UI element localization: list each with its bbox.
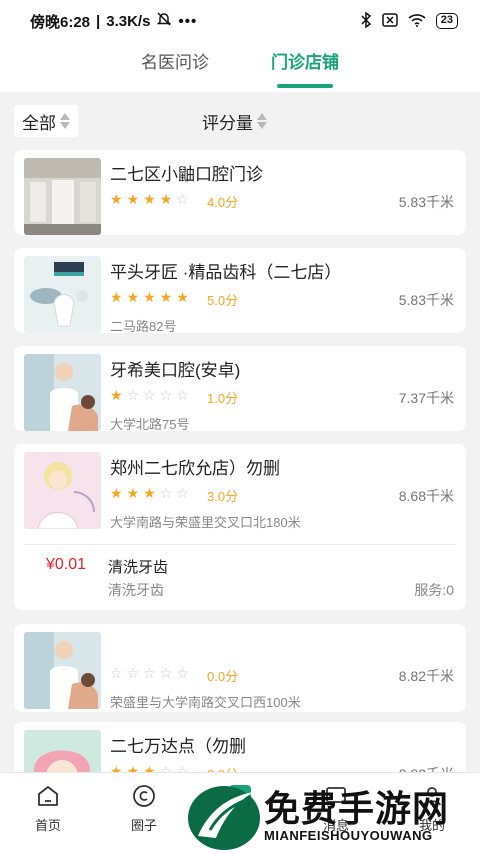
clinic-card[interactable]: ☆ ☆ ☆ ☆ ☆ 0.0分 8.82千米 荣盛里与大学南路交叉口西100米 xyxy=(14,624,466,712)
clinic-score: 5.0分 xyxy=(207,293,239,308)
star-rating: ★ ★ ★ ★ ☆ xyxy=(110,192,189,206)
clinic-thumbnail xyxy=(24,632,101,709)
star-empty-icon: ☆ xyxy=(126,387,140,403)
nav-label: 我的 xyxy=(418,818,445,833)
star-filled-icon: ★ xyxy=(110,289,123,305)
clinic-name: 二七万达点（勿删 xyxy=(110,737,246,756)
star-filled-icon: ★ xyxy=(143,289,156,305)
star-filled-icon: ★ xyxy=(143,191,156,207)
tab-doctor-consult[interactable]: 名医问诊 xyxy=(141,42,209,92)
clinic-score: 0.0分 xyxy=(207,669,239,684)
star-empty-icon: ☆ xyxy=(176,665,189,681)
star-filled-icon: ★ xyxy=(176,289,189,305)
profile-icon xyxy=(419,783,445,809)
clinic-distance: 5.83千米 xyxy=(398,292,454,308)
filter-score-sort[interactable]: 评分量 xyxy=(202,109,267,134)
star-rating: ★ ★ ★ ☆ ☆ xyxy=(110,486,189,500)
nav-message[interactable]: 消息 xyxy=(288,773,384,853)
sort-arrows-icon xyxy=(60,113,70,129)
star-filled-icon: ★ xyxy=(126,289,140,305)
clinic-card[interactable]: 平头牙匠 ·精品齿科（二七店） ★ ★ ★ ★ ★ 5.0分 5.83千米 二马路82号 xyxy=(14,248,466,334)
nav-label: 消息 xyxy=(322,818,349,833)
nav-home[interactable]: 首页 xyxy=(0,773,96,853)
star-rating: ☆ ☆ ☆ ☆ ☆ xyxy=(110,666,189,680)
more-dots-icon: ••• xyxy=(178,12,198,30)
clinic-thumbnail xyxy=(24,158,101,235)
filter-score-label: 评分量 xyxy=(202,113,253,133)
star-rating: ★ ★ ★ ★ ★ xyxy=(110,290,189,304)
status-bar: 傍晚6:28 | 3.3K/s ••• 23 xyxy=(0,0,480,42)
clinic-address: 二马路82号 xyxy=(110,319,177,334)
nav-center[interactable] xyxy=(192,773,288,853)
clinic-distance: 8.68千米 xyxy=(398,488,454,504)
star-empty-icon: ☆ xyxy=(159,485,173,501)
service-price: ¥0.01 xyxy=(46,556,87,573)
nav-circle[interactable]: 圈子 xyxy=(96,773,192,853)
center-icon xyxy=(227,783,253,809)
clinic-name: 二七区小鼬口腔门诊 xyxy=(110,165,263,184)
clinic-name: 平头牙匠 ·精品齿科（二七店） xyxy=(110,263,342,282)
nav-label: 圈子 xyxy=(130,818,157,833)
clinic-name: 牙希美口腔(安卓) xyxy=(110,361,241,380)
star-filled-icon: ★ xyxy=(159,289,173,305)
clinic-score: 4.0分 xyxy=(207,195,239,210)
service-count: 服务:0 xyxy=(414,582,454,598)
clinic-card[interactable]: 牙希美口腔(安卓) ★ ☆ ☆ ☆ ☆ 1.0分 7.37千米 大学北路75号 xyxy=(14,346,466,432)
mute-bell-icon xyxy=(156,11,172,31)
clinic-address: 荣盛里与大学南路交叉口西100米 xyxy=(110,695,301,710)
sort-arrows-icon xyxy=(257,113,267,129)
clinic-address: 大学南路与荣盛里交叉口北180米 xyxy=(110,515,301,530)
service-title[interactable]: 清洗牙齿 xyxy=(108,556,168,577)
bluetooth-icon xyxy=(360,11,372,31)
service-subtitle: 清洗牙齿 xyxy=(108,582,164,598)
star-filled-icon: ★ xyxy=(126,191,140,207)
divider xyxy=(24,544,456,545)
star-empty-icon: ☆ xyxy=(159,387,173,403)
filter-all-dropdown[interactable]: 全部 xyxy=(14,105,78,137)
no-sim-icon xyxy=(382,12,398,30)
clinic-distance: 7.37千米 xyxy=(398,390,454,406)
clinic-address: 大学北路75号 xyxy=(110,417,190,432)
home-icon xyxy=(35,783,61,809)
star-filled-icon: ★ xyxy=(159,191,173,207)
clinic-card[interactable]: 二七区小鼬口腔门诊 ★ ★ ★ ★ ☆ 4.0分 5.83千米 xyxy=(14,150,466,235)
star-empty-icon: ☆ xyxy=(143,387,156,403)
message-icon xyxy=(323,783,349,809)
filter-bar: 全部 评分量 xyxy=(0,100,480,142)
clinic-score: 3.0分 xyxy=(207,489,239,504)
clinic-thumbnail xyxy=(24,452,101,529)
clinic-name: 郑州二七欣允店）勿删 xyxy=(110,459,280,478)
filter-all-label: 全部 xyxy=(22,113,56,133)
clinic-card[interactable]: 郑州二七欣允店）勿删 ★ ★ ★ ☆ ☆ 3.0分 8.68千米 大学南路与荣盛里交叉口… xyxy=(14,444,466,610)
clinic-distance: 8.82千米 xyxy=(398,668,454,684)
clinic-score: 1.0分 xyxy=(207,391,239,406)
battery-indicator: 23 xyxy=(435,13,458,29)
network-speed: 3.3K/s xyxy=(106,12,151,30)
clinic-thumbnail xyxy=(24,354,101,431)
star-empty-icon: ☆ xyxy=(176,191,189,207)
star-filled-icon: ★ xyxy=(110,191,123,207)
star-filled-icon: ★ xyxy=(143,485,156,501)
star-filled-icon: ★ xyxy=(126,485,140,501)
star-filled-icon: ★ xyxy=(110,387,123,403)
clinic-thumbnail xyxy=(24,256,101,333)
circle-icon xyxy=(131,783,157,809)
star-empty-icon: ☆ xyxy=(159,665,173,681)
top-tabs: 名医问诊 门诊店铺 xyxy=(0,42,480,92)
star-empty-icon: ☆ xyxy=(176,387,189,403)
clinic-distance: 5.83千米 xyxy=(398,194,454,210)
star-rating: ★ ☆ ☆ ☆ ☆ xyxy=(110,388,189,402)
nav-label: 首页 xyxy=(34,818,61,833)
star-empty-icon: ☆ xyxy=(126,665,140,681)
star-empty-icon: ☆ xyxy=(110,665,123,681)
bottom-nav: 首页 圈子 消息 我的 xyxy=(0,772,480,853)
wifi-icon xyxy=(408,13,426,30)
star-filled-icon: ★ xyxy=(110,485,123,501)
status-time: 傍晚6:28 xyxy=(30,13,91,31)
star-empty-icon: ☆ xyxy=(143,665,156,681)
nav-profile[interactable]: 我的 xyxy=(384,773,480,853)
tab-clinic-stores[interactable]: 门诊店铺 xyxy=(271,42,339,92)
star-empty-icon: ☆ xyxy=(176,485,189,501)
